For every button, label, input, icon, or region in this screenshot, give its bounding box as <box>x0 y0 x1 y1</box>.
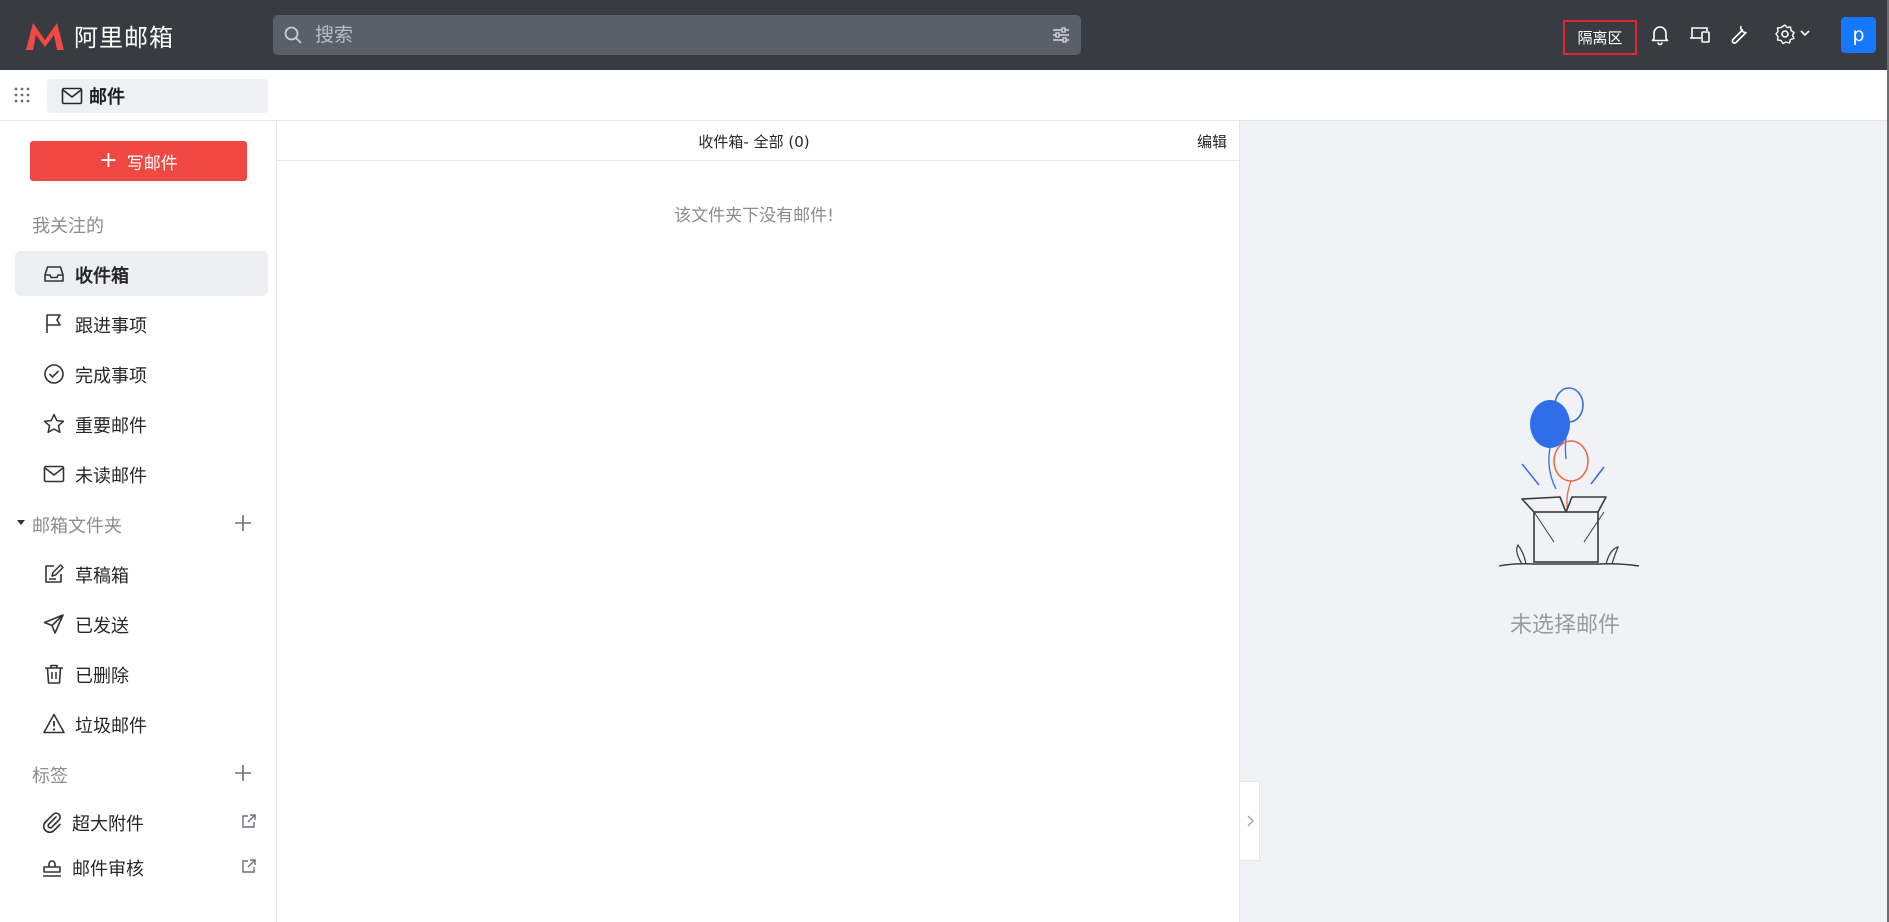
logo[interactable]: 阿里邮箱 <box>24 18 174 53</box>
sidebar-item-label: 邮件审核 <box>72 859 144 880</box>
stamp-icon <box>43 860 61 877</box>
tab-mail[interactable]: 邮件 <box>47 79 268 113</box>
sidebar-item-drafts[interactable]: 草稿箱 <box>15 551 268 596</box>
sidebar-item-label: 已删除 <box>75 666 129 687</box>
tab-mail-label: 邮件 <box>89 87 125 108</box>
external-link-icon <box>242 859 256 873</box>
search-input[interactable] <box>315 15 1015 55</box>
sidebar-item-unread[interactable]: 未读邮件 <box>15 451 268 496</box>
warning-icon <box>43 713 65 734</box>
logo-text: 阿里邮箱 <box>74 24 174 52</box>
devices-icon[interactable] <box>1688 22 1712 46</box>
sidebar-item-done[interactable]: 完成事项 <box>15 351 268 396</box>
sidebar-item-label: 重要邮件 <box>75 416 147 437</box>
chevron-down-icon[interactable] <box>1799 29 1811 39</box>
sidebar-item-mail-review[interactable]: 邮件审核 <box>15 844 268 889</box>
edit-button[interactable]: 编辑 <box>1197 131 1227 152</box>
top-bar: 阿里邮箱 隔离区 p <box>0 0 1889 70</box>
search-icon <box>284 26 302 44</box>
list-header: 收件箱- 全部 (0) 编辑 <box>277 121 1239 161</box>
section-folders-title[interactable]: 邮箱文件夹 <box>32 512 122 538</box>
sidebar-item-label: 已发送 <box>75 616 129 637</box>
expand-pane-handle[interactable] <box>1240 781 1260 861</box>
apps-grid-icon[interactable] <box>13 86 31 104</box>
caret-down-icon[interactable] <box>15 517 27 529</box>
mail-icon <box>61 87 83 105</box>
empty-box-balloons-illustration <box>1498 387 1640 567</box>
compose-button[interactable]: + 写邮件 <box>30 141 247 181</box>
bell-icon[interactable] <box>1648 22 1672 46</box>
section-tags-title: 标签 <box>32 766 68 787</box>
quarantine-button[interactable]: 隔离区 <box>1563 20 1637 55</box>
add-tag-icon[interactable] <box>233 763 253 783</box>
trash-icon <box>45 664 63 684</box>
sidebar-item-label: 草稿箱 <box>75 566 129 587</box>
empty-folder-message: 该文件夹下没有邮件! <box>674 206 834 226</box>
sidebar-item-label: 垃圾邮件 <box>75 716 147 737</box>
message-list-pane: 收件箱- 全部 (0) 编辑 该文件夹下没有邮件! <box>277 121 1239 922</box>
sidebar-item-label: 超大附件 <box>72 814 144 835</box>
sidebar-item-label: 收件箱 <box>75 266 129 287</box>
inbox-icon <box>44 266 64 282</box>
folder-title: 收件箱- 全部 (0) <box>698 133 810 151</box>
paperclip-icon <box>43 812 61 833</box>
external-link-icon <box>242 814 256 828</box>
filter-settings-icon[interactable] <box>1051 25 1071 45</box>
sidebar-item-spam[interactable]: 垃圾邮件 <box>15 701 268 746</box>
sidebar-item-label: 跟进事项 <box>75 316 147 337</box>
brand-logo-icon <box>26 22 64 50</box>
add-folder-icon[interactable] <box>233 513 253 533</box>
sidebar-item-follow-up[interactable]: 跟进事项 <box>15 301 268 346</box>
sidebar-item-large-attachment[interactable]: 超大附件 <box>15 799 268 844</box>
sidebar-item-deleted[interactable]: 已删除 <box>15 651 268 696</box>
sidebar-item-label: 完成事项 <box>75 366 147 387</box>
chevron-right-icon <box>1247 815 1254 827</box>
wrench-icon[interactable] <box>1727 22 1751 46</box>
app-bar: 邮件 <box>0 70 1889 121</box>
avatar[interactable]: p <box>1841 17 1876 53</box>
sidebar-item-inbox[interactable]: 收件箱 <box>15 251 268 296</box>
plus-icon: + <box>99 148 118 173</box>
send-icon <box>43 614 64 634</box>
reading-pane: 未选择邮件 <box>1239 121 1889 922</box>
sidebar-item-label: 未读邮件 <box>75 466 147 487</box>
no-selection-text: 未选择邮件 <box>1509 613 1620 638</box>
sidebar-item-sent[interactable]: 已发送 <box>15 601 268 646</box>
star-icon <box>43 413 65 434</box>
sidebar-item-important[interactable]: 重要邮件 <box>15 401 268 446</box>
check-circle-icon <box>44 364 64 384</box>
search-bar[interactable] <box>273 15 1081 55</box>
section-following-title: 我关注的 <box>32 216 104 237</box>
envelope-icon <box>43 465 65 483</box>
flag-icon <box>46 314 61 333</box>
draft-icon <box>45 564 64 583</box>
gear-icon[interactable] <box>1773 22 1797 46</box>
sidebar: + 写邮件 我关注的 收件箱 跟进事项 完成事项 重要邮件 未读邮件 邮箱文件夹… <box>0 121 277 922</box>
compose-label: 写邮件 <box>126 153 178 174</box>
